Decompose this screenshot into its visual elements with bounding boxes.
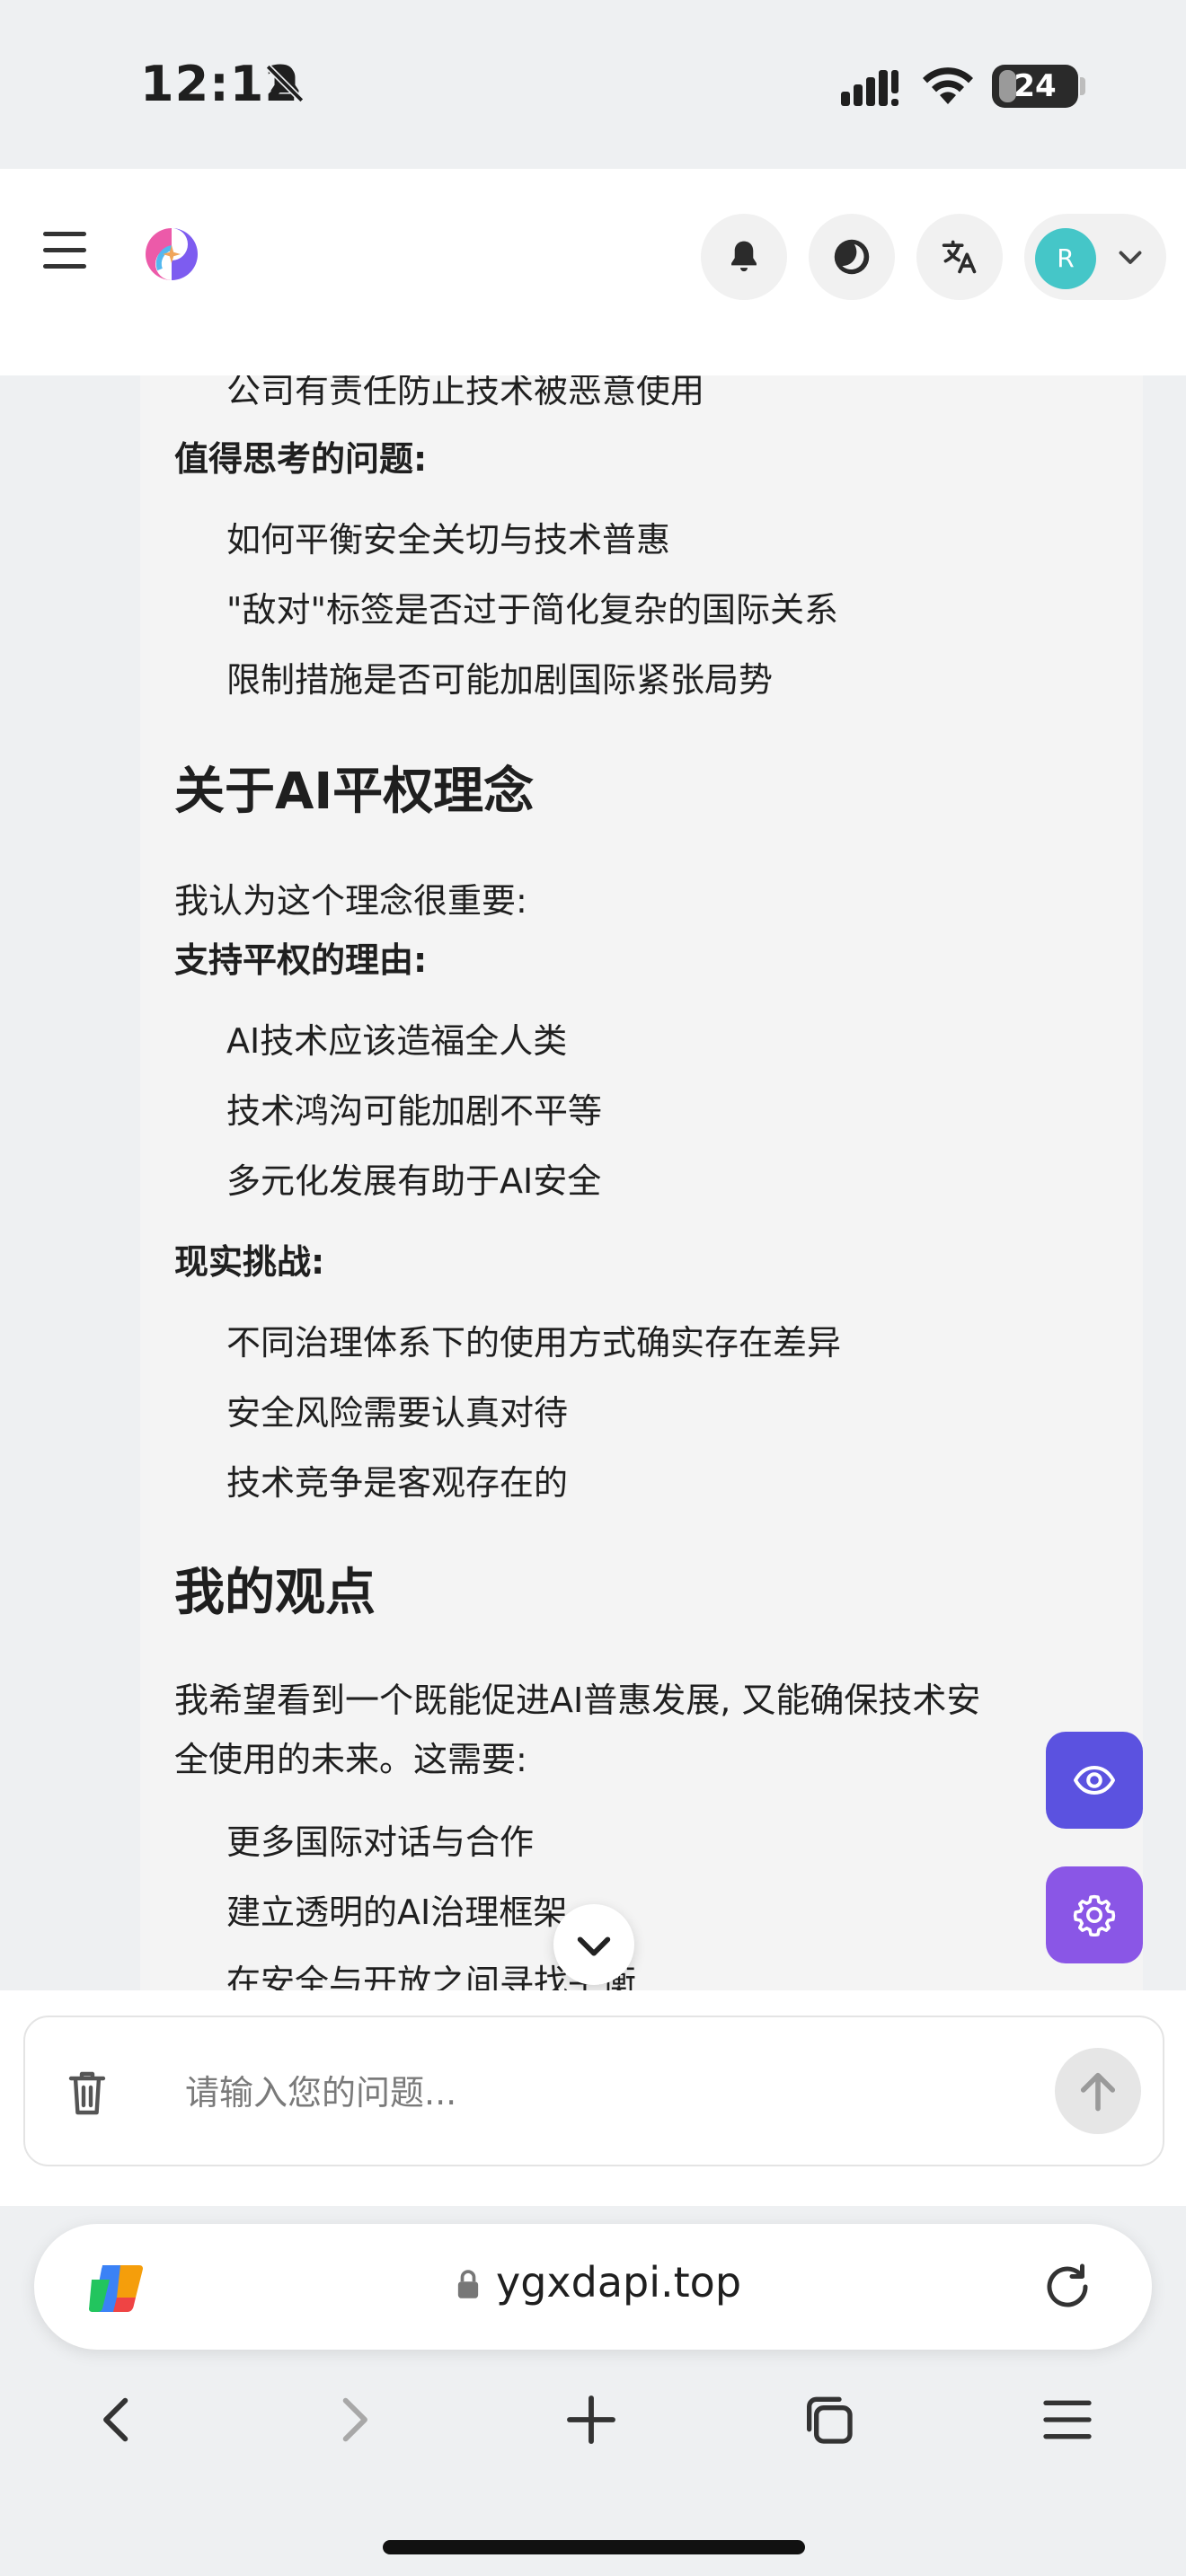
subheading: 支持平权的理由: bbox=[174, 940, 428, 980]
notifications-button[interactable] bbox=[701, 214, 787, 300]
menu-icon[interactable] bbox=[43, 232, 86, 269]
browser-menu-icon[interactable] bbox=[1039, 2391, 1096, 2448]
bell-icon bbox=[731, 241, 757, 272]
tabs-icon[interactable] bbox=[800, 2391, 857, 2448]
battery-indicator: 24 bbox=[992, 65, 1078, 108]
list-item: 如何平衡安全关切与技术普惠 bbox=[226, 520, 671, 560]
browser-toolbar: ygxdapi.top bbox=[0, 2206, 1186, 2576]
home-indicator bbox=[383, 2540, 805, 2554]
list-item: 公司有责任防止技术被恶意使用 bbox=[226, 375, 705, 410]
list-item: 安全风险需要认真对待 bbox=[226, 1393, 569, 1433]
scroll-to-bottom-button[interactable] bbox=[553, 1904, 634, 1985]
section-heading: 关于AI平权理念 bbox=[174, 763, 535, 821]
theme-toggle-button[interactable] bbox=[809, 214, 895, 300]
logo-icon[interactable] bbox=[142, 225, 201, 284]
wifi-icon bbox=[923, 67, 973, 104]
paragraph-line: 全使用的未来。这需要: bbox=[174, 1740, 527, 1779]
address-bar[interactable]: ygxdapi.top bbox=[34, 2224, 1152, 2350]
avatar: R bbox=[1035, 228, 1096, 289]
list-item: 技术鸿沟可能加剧不平等 bbox=[226, 1091, 603, 1131]
paragraph: 我认为这个理念很重要: bbox=[174, 881, 527, 921]
list-item: 多元化发展有助于AI安全 bbox=[226, 1161, 602, 1201]
list-item: 不同治理体系下的使用方式确实存在差异 bbox=[226, 1323, 842, 1363]
send-arrow-icon bbox=[1080, 2072, 1116, 2112]
composer bbox=[0, 1990, 1186, 2206]
subheading: 值得思考的问题: bbox=[174, 439, 428, 479]
list-item: "敌对"标签是否过于简化复杂的国际关系 bbox=[226, 590, 838, 630]
list-item: AI技术应该造福全人类 bbox=[226, 1021, 568, 1061]
translate-icon bbox=[942, 240, 977, 274]
send-button[interactable] bbox=[1055, 2048, 1141, 2134]
subheading: 现实挑战: bbox=[174, 1242, 325, 1282]
cellular-signal-icon bbox=[841, 70, 898, 106]
list-item: 建立透明的AI治理框架 bbox=[226, 1892, 568, 1932]
bell-off-icon bbox=[265, 64, 305, 103]
section-heading: 我的观点 bbox=[174, 1564, 376, 1622]
app-header: R bbox=[0, 169, 1186, 375]
chevron-down-icon bbox=[577, 1936, 611, 1956]
reload-icon[interactable] bbox=[1040, 2260, 1094, 2314]
question-input[interactable] bbox=[183, 2059, 1049, 2127]
composer-box bbox=[23, 2016, 1164, 2166]
list-item: 限制措施是否可能加剧国际紧张局势 bbox=[226, 660, 774, 700]
chevron-down-icon bbox=[1119, 251, 1142, 264]
user-menu-button[interactable]: R bbox=[1024, 214, 1166, 300]
assistant-message: 公司有责任防止技术被恶意使用 值得思考的问题: 如何平衡安全关切与技术普惠 "敌… bbox=[140, 375, 1143, 1990]
url-text[interactable]: ygxdapi.top bbox=[496, 2258, 741, 2307]
list-item: 更多国际对话与合作 bbox=[226, 1822, 535, 1862]
settings-button[interactable] bbox=[1046, 1866, 1143, 1963]
list-item: 技术竞争是客观存在的 bbox=[226, 1463, 569, 1503]
eye-icon bbox=[1074, 1766, 1115, 1795]
lock-icon bbox=[457, 2270, 479, 2298]
preview-button[interactable] bbox=[1046, 1732, 1143, 1829]
status-bar: 12:12 24 bbox=[0, 0, 1186, 169]
battery-tip bbox=[1080, 77, 1085, 95]
back-icon[interactable] bbox=[88, 2391, 146, 2448]
paragraph-line: 我希望看到一个既能促进AI普惠发展, 又能确保技术安 bbox=[174, 1681, 981, 1720]
copilot-icon[interactable] bbox=[86, 2262, 144, 2316]
forward-icon[interactable] bbox=[325, 2391, 383, 2448]
trash-icon[interactable] bbox=[66, 2069, 108, 2116]
battery-percent: 24 bbox=[1013, 68, 1057, 104]
moon-icon bbox=[834, 239, 870, 275]
new-tab-icon[interactable] bbox=[562, 2391, 620, 2448]
gear-icon bbox=[1073, 1894, 1116, 1936]
translate-button[interactable] bbox=[916, 214, 1003, 300]
